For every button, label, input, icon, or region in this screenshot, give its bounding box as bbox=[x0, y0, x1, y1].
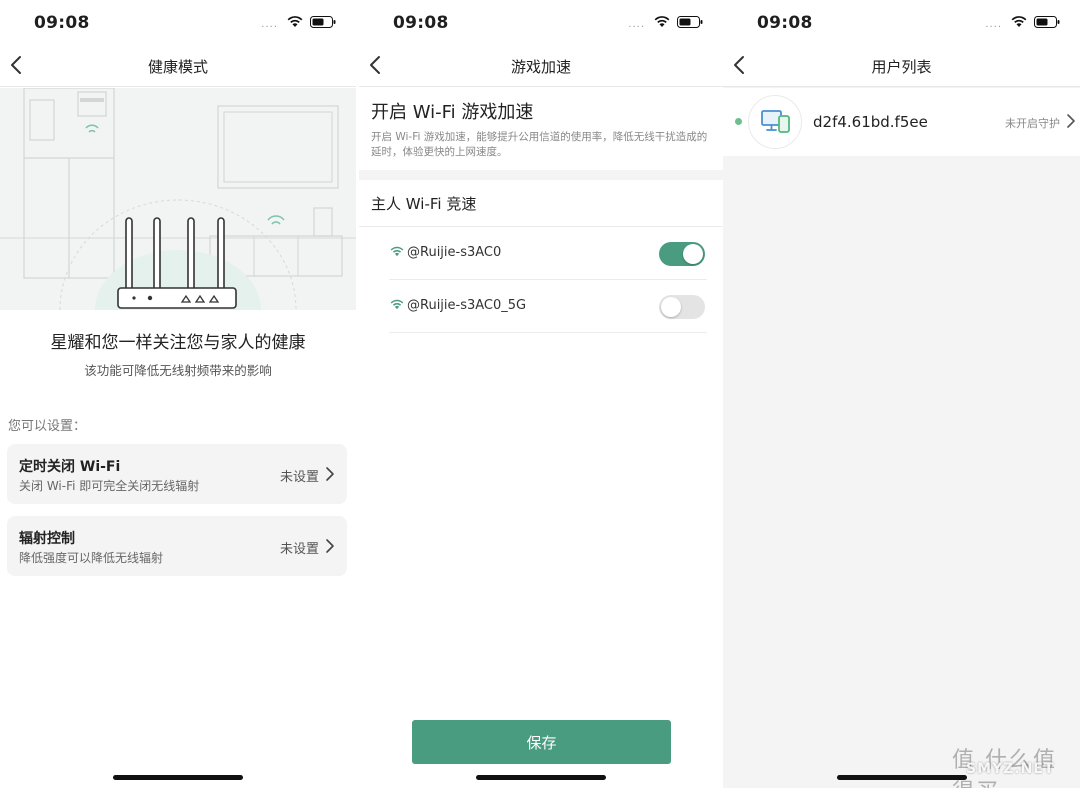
timed-wifi-off-card[interactable]: 定时关闭 Wi-Fi 关闭 Wi-Fi 即可完全关闭无线辐射 未设置 bbox=[7, 444, 347, 504]
protection-status: 未开启守护 bbox=[1005, 117, 1060, 130]
device-avatar bbox=[748, 95, 802, 149]
wifi-signal-icon bbox=[390, 246, 404, 257]
wifi-network-row: @Ruijie-s3AC0_5G bbox=[389, 281, 707, 333]
chevron-right-icon bbox=[1067, 114, 1075, 128]
router-room-illustration bbox=[0, 88, 356, 310]
status-time: 09:08 bbox=[393, 13, 449, 33]
nav-title: 用户列表 bbox=[871, 58, 932, 76]
user-device-name: d2f4.61bd.f5ee bbox=[813, 113, 928, 131]
router-room-illustration-art bbox=[0, 88, 356, 310]
section-divider bbox=[359, 170, 723, 180]
signal-dots: .... bbox=[261, 19, 278, 30]
user-list-item[interactable]: d2f4.61bd.f5ee 未开启守护 bbox=[723, 88, 1080, 156]
game-accel-description: 开启 Wi-Fi 游戏加速，能够提升公用信道的使用率，降低无线干扰造成的延时，体… bbox=[371, 131, 708, 158]
chevron-right-icon bbox=[326, 467, 334, 481]
signal-dots: .... bbox=[628, 19, 645, 30]
status-time: 09:08 bbox=[34, 13, 90, 33]
wifi-icon bbox=[654, 16, 670, 27]
home-indicator bbox=[476, 775, 606, 780]
host-wifi-section-title: 主人 Wi-Fi 竞速 bbox=[371, 195, 477, 213]
card-title: 辐射控制 bbox=[19, 531, 75, 547]
nav-title: 游戏加速 bbox=[510, 58, 571, 76]
wifi-icon bbox=[1011, 16, 1027, 27]
card-title: 定时关闭 Wi-Fi bbox=[19, 459, 121, 475]
wifi-icon bbox=[287, 16, 303, 27]
game-accel-title: 开启 Wi-Fi 游戏加速 bbox=[371, 102, 534, 123]
watermark-en: SMYZ.NET bbox=[966, 761, 1055, 777]
home-indicator bbox=[113, 775, 243, 780]
health-headline: 星耀和您一样关注您与家人的健康 bbox=[50, 333, 306, 353]
save-button[interactable]: 保存 bbox=[412, 720, 671, 764]
divider bbox=[359, 226, 723, 227]
toggle-knob bbox=[683, 244, 703, 264]
online-status-dot bbox=[735, 118, 742, 125]
wifi-network-row: @Ruijie-s3AC0 bbox=[389, 228, 707, 280]
wifi-signal-icon bbox=[390, 299, 404, 310]
card-value: 未设置 bbox=[279, 470, 319, 485]
nav-bar: 用户列表 bbox=[723, 46, 1080, 87]
signal-dots: .... bbox=[985, 19, 1002, 30]
status-bar: 09:08 .... bbox=[723, 0, 1080, 46]
status-time: 09:08 bbox=[757, 13, 813, 33]
settings-section-label: 您可以设置： bbox=[8, 419, 87, 434]
toggle-knob bbox=[661, 297, 681, 317]
wifi-accel-toggle[interactable] bbox=[659, 295, 705, 319]
card-subtitle: 关闭 Wi-Fi 即可完全关闭无线辐射 bbox=[19, 479, 200, 493]
health-subheadline: 该功能可降低无线射频带来的影响 bbox=[84, 363, 272, 378]
health-mode-screen: 09:08 .... 健康模式 星耀和您一样关注您与家人的健康 该功能可降低无线… bbox=[0, 0, 356, 788]
card-value: 未设置 bbox=[279, 542, 319, 557]
watermark: 值 什么值得买 SMYZ.NET bbox=[910, 742, 1070, 788]
battery-icon bbox=[1034, 16, 1060, 28]
chevron-right-icon bbox=[326, 539, 334, 553]
user-list-screen: 09:08 .... 用户列表 d2f4.61bd.f5ee 未开启守护 bbox=[723, 0, 1080, 788]
nav-bar: 健康模式 bbox=[0, 46, 356, 87]
game-acceleration-screen: 09:08 .... 游戏加速 开启 Wi-Fi 游戏加速 开启 Wi-Fi 游… bbox=[359, 0, 723, 788]
nav-bar: 游戏加速 bbox=[359, 46, 723, 87]
card-subtitle: 降低强度可以降低无线辐射 bbox=[19, 551, 164, 565]
nav-title: 健康模式 bbox=[147, 58, 208, 76]
status-bar: 09:08 .... bbox=[0, 0, 356, 46]
status-bar: 09:08 .... bbox=[359, 0, 723, 46]
battery-icon bbox=[677, 16, 703, 28]
battery-icon bbox=[310, 16, 336, 28]
wifi-network-name: @Ruijie-s3AC0 bbox=[407, 245, 502, 260]
radiation-control-card[interactable]: 辐射控制 降低强度可以降低无线辐射 未设置 bbox=[7, 516, 347, 576]
wifi-network-name: @Ruijie-s3AC0_5G bbox=[407, 298, 527, 313]
wifi-accel-toggle[interactable] bbox=[659, 242, 705, 266]
devices-icon bbox=[761, 110, 790, 133]
